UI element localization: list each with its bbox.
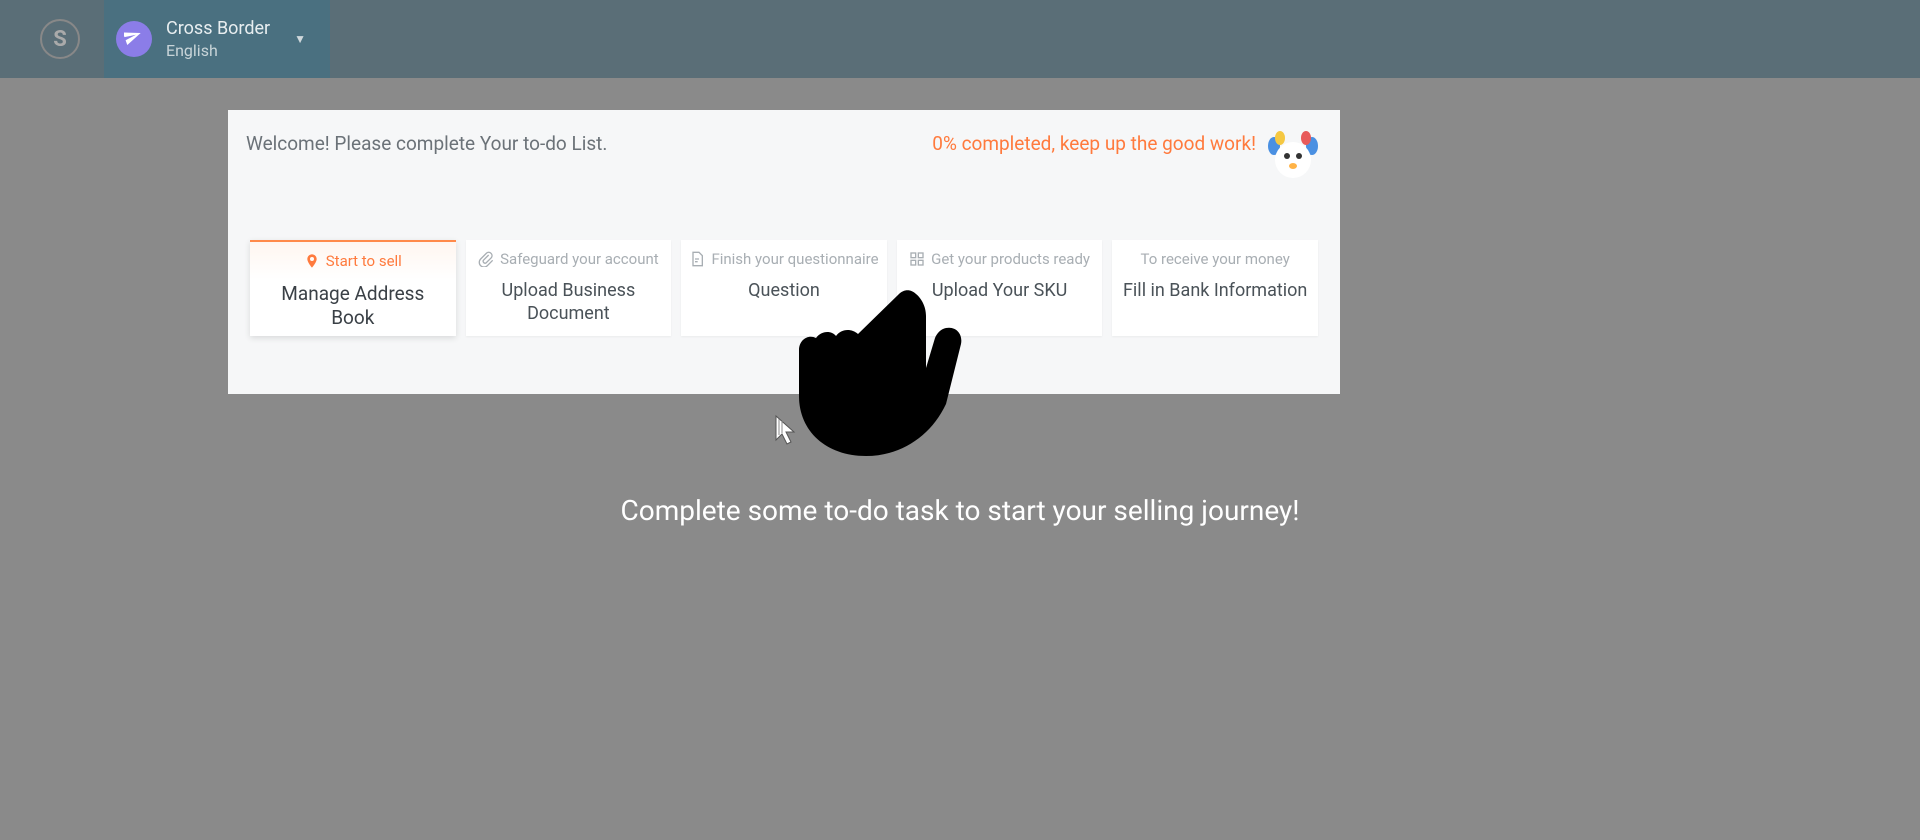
card-header-label: Get your products ready — [931, 250, 1090, 268]
card-header: Get your products ready — [909, 250, 1090, 268]
site-logo: S — [40, 19, 80, 59]
card-task-label: Fill in Bank Information — [1123, 280, 1307, 303]
grid-icon — [909, 251, 925, 267]
card-header: Start to sell — [304, 252, 402, 270]
card-header-label: Finish your questionnaire — [711, 250, 878, 268]
cursor-arrow-icon — [774, 414, 800, 450]
progress-wrap: 0% completed, keep up the good work! — [932, 128, 1322, 186]
plane-icon — [116, 21, 152, 57]
todo-card-receive-money[interactable]: To receive your money Fill in Bank Infor… — [1112, 240, 1318, 336]
welcome-text: Welcome! Please complete Your to-do List… — [246, 128, 607, 155]
location-pin-icon — [304, 253, 320, 269]
card-task-label: Upload Business Document — [474, 280, 664, 325]
todo-panel: Welcome! Please complete Your to-do List… — [228, 110, 1340, 394]
locale-title: Cross Border — [166, 18, 270, 39]
chevron-down-icon: ▼ — [294, 32, 306, 46]
todo-cards-row: Start to sell Manage Address Book Safegu… — [246, 240, 1322, 336]
panel-header: Welcome! Please complete Your to-do List… — [246, 128, 1322, 186]
card-header: To receive your money — [1141, 250, 1290, 268]
card-header: Safeguard your account — [478, 250, 659, 268]
mascot-icon — [1264, 128, 1322, 186]
card-task-label: Manage Address Book — [258, 282, 448, 330]
pointing-hand-icon — [796, 286, 976, 470]
card-header-label: Start to sell — [326, 252, 402, 270]
locale-selector[interactable]: Cross Border English ▼ — [104, 0, 330, 78]
locale-text: Cross Border English — [166, 18, 270, 60]
todo-card-safeguard-account[interactable]: Safeguard your account Upload Business D… — [466, 240, 672, 336]
cta-message: Complete some to-do task to start your s… — [0, 494, 1920, 527]
locale-language: English — [166, 41, 270, 60]
todo-card-start-to-sell[interactable]: Start to sell Manage Address Book — [250, 240, 456, 336]
card-header-label: To receive your money — [1141, 250, 1290, 268]
card-header-label: Safeguard your account — [500, 250, 659, 268]
document-icon — [689, 251, 705, 267]
card-header: Finish your questionnaire — [689, 250, 878, 268]
paperclip-icon — [478, 251, 494, 267]
progress-text: 0% completed, keep up the good work! — [932, 128, 1256, 155]
header-bar: S Cross Border English ▼ — [0, 0, 1920, 78]
